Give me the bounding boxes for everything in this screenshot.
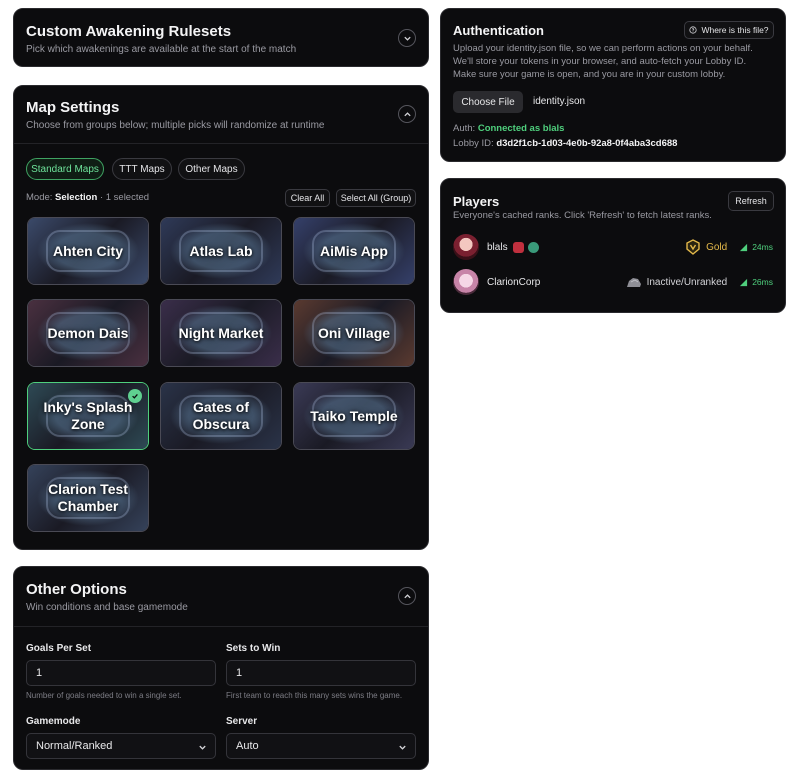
sets-to-win-input[interactable]: 1	[226, 660, 416, 686]
map-tile[interactable]: Ahten City	[27, 217, 149, 285]
ping-value: 24ms	[752, 242, 773, 252]
map-name: Oni Village	[317, 324, 391, 341]
map-settings-card: Map Settings Choose from groups below; m…	[13, 85, 429, 550]
map-name: Demon Dais	[47, 324, 129, 341]
map-tile[interactable]: Clarion Test Chamber	[27, 464, 149, 532]
other-options-card: Other Options Win conditions and base ga…	[13, 566, 429, 770]
where-is-file-button[interactable]: Where is this file?	[684, 21, 774, 39]
map-name: Gates of Obscura	[192, 399, 250, 432]
auth-desc-line3: Make sure your game is open, and you are…	[453, 69, 726, 80]
chevron-down-icon[interactable]	[398, 29, 416, 47]
help-circle-icon	[689, 26, 698, 34]
where-is-file-label: Where is this file?	[701, 25, 769, 35]
goals-per-set-label: Goals Per Set	[26, 643, 92, 654]
tab-standard-maps[interactable]: Standard Maps	[26, 158, 104, 180]
chevron-down-icon	[399, 745, 406, 750]
chevron-up-icon[interactable]	[398, 105, 416, 123]
gamemode-label: Gamemode	[26, 716, 81, 727]
map-name: Clarion Test Chamber	[48, 481, 128, 514]
map-tile[interactable]: Inky's Splash Zone	[27, 382, 149, 450]
auth-title: Authentication	[453, 23, 544, 38]
file-name: identity.json	[533, 96, 586, 107]
map-tile[interactable]: Demon Dais	[27, 299, 149, 367]
divider	[14, 143, 428, 144]
map-tile[interactable]: Night Market	[160, 299, 282, 367]
players-subtitle: Everyone's cached ranks. Click 'Refresh'…	[453, 210, 712, 221]
map-name: Inky's Splash Zone	[43, 399, 133, 432]
auth-status-line: Auth: Connected as blals	[453, 123, 564, 134]
map-name: Night Market	[178, 324, 264, 341]
ping-value: 26ms	[752, 277, 773, 287]
rank-label: Inactive/Unranked	[646, 276, 728, 288]
chevron-down-icon	[199, 745, 206, 750]
auth-label: Auth:	[453, 123, 476, 134]
rank-info: Inactive/Unranked 26ms	[626, 276, 773, 288]
avatar	[453, 269, 479, 295]
gamemode-value: Normal/Ranked	[36, 740, 113, 752]
refresh-button[interactable]: Refresh	[728, 191, 774, 211]
goals-help-text: Number of goals needed to win a single s…	[26, 691, 182, 700]
server-value: Auto	[236, 740, 259, 752]
map-settings-title: Map Settings	[26, 99, 120, 116]
selected-count: · 1 selected	[99, 192, 150, 203]
signal-icon	[740, 278, 748, 286]
choose-file-button[interactable]: Choose File	[453, 91, 523, 113]
player-row: ClarionCorp Inactive/Unranked 26ms	[453, 268, 773, 296]
gamemode-select[interactable]: Normal/Ranked	[26, 733, 216, 759]
emblem-icon	[527, 241, 539, 253]
clear-all-button[interactable]: Clear All	[285, 189, 330, 207]
other-options-title: Other Options	[26, 581, 127, 598]
chevron-up-icon[interactable]	[398, 587, 416, 605]
lobby-id-value: d3d2f1cb-1d03-4e0b-92a8-0f4aba3cd688	[496, 138, 678, 149]
mode-value: Selection	[55, 192, 98, 203]
map-tile[interactable]: Atlas Lab	[160, 217, 282, 285]
goals-per-set-input[interactable]: 1	[26, 660, 216, 686]
players-title: Players	[453, 194, 500, 209]
map-settings-subtitle: Choose from groups below; multiple picks…	[26, 120, 325, 131]
map-name: AiMis App	[320, 242, 388, 259]
awakening-subtitle: Pick which awakenings are available at t…	[26, 44, 297, 55]
check-icon	[128, 389, 142, 403]
auth-desc-line2: We'll store your tokens in your browser,…	[453, 56, 747, 67]
authentication-card: Authentication Where is this file? Uploa…	[440, 8, 786, 162]
auth-status: Connected as blals	[477, 123, 565, 134]
tab-ttt-maps[interactable]: TTT Maps	[112, 158, 172, 180]
gold-rank-icon	[686, 239, 700, 255]
sets-help-text: First team to reach this many sets wins …	[226, 691, 403, 700]
auth-desc-line1: Upload your identity.json file, so we ca…	[453, 43, 753, 54]
player-name: blals	[487, 241, 508, 253]
lobby-id-line: Lobby ID: d3d2f1cb-1d03-4e0b-92a8-0f4aba…	[453, 138, 677, 149]
map-name: Taiko Temple	[310, 407, 398, 424]
player-row: blals Gold 24ms	[453, 233, 773, 261]
players-card: Players Everyone's cached ranks. Click '…	[440, 178, 786, 313]
other-options-subtitle: Win conditions and base gamemode	[26, 602, 188, 613]
sets-to-win-label: Sets to Win	[226, 643, 281, 654]
divider	[14, 626, 428, 627]
select-all-group-button[interactable]: Select All (Group)	[336, 189, 416, 207]
map-name: Ahten City	[53, 242, 123, 259]
badge-icon	[512, 241, 524, 253]
mode-line: Mode: Selection · 1 selected	[26, 192, 149, 203]
rank-info: Gold 24ms	[685, 239, 773, 255]
awakening-rulesets-card: Custom Awakening Rulesets Pick which awa…	[13, 8, 429, 67]
map-tile[interactable]: Taiko Temple	[293, 382, 415, 450]
avatar	[453, 234, 479, 260]
signal-icon	[740, 243, 748, 251]
map-tile[interactable]: AiMis App	[293, 217, 415, 285]
unranked-rock-icon	[626, 278, 641, 287]
mode-label: Mode:	[26, 192, 53, 203]
lobby-id-label: Lobby ID:	[453, 138, 494, 149]
map-tile[interactable]: Gates of Obscura	[160, 382, 282, 450]
tab-other-maps[interactable]: Other Maps	[178, 158, 245, 180]
player-name: ClarionCorp	[487, 276, 541, 288]
awakening-title: Custom Awakening Rulesets	[26, 23, 232, 40]
server-select[interactable]: Auto	[226, 733, 416, 759]
server-label: Server	[226, 716, 258, 727]
map-name: Atlas Lab	[189, 242, 253, 259]
rank-label: Gold	[706, 241, 728, 253]
map-tile[interactable]: Oni Village	[293, 299, 415, 367]
